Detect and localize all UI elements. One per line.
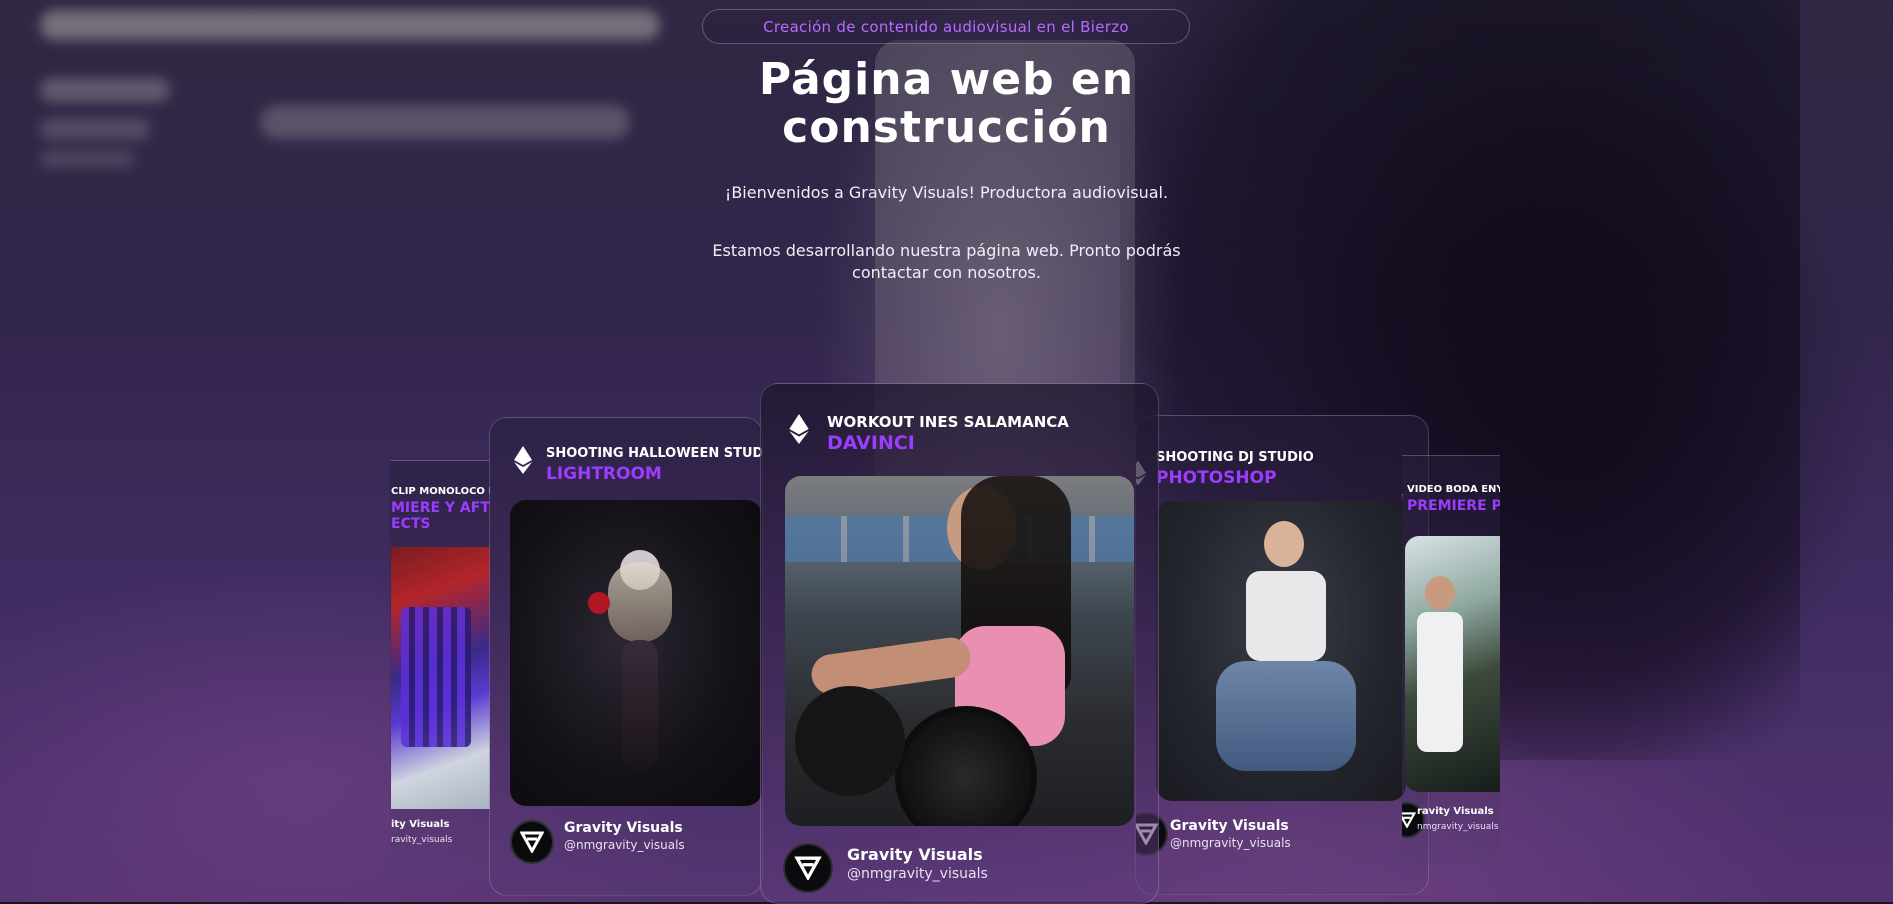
ethereum-icon xyxy=(514,446,532,474)
card-author-handle: @nmgravity_visuals xyxy=(1170,836,1291,850)
welcome-text: ¡Bienvenidos a Gravity Visuals! Producto… xyxy=(724,183,1169,202)
card-tool: MIERE Y AFTER xyxy=(391,500,490,516)
card-author-name: Gravity Visuals xyxy=(564,820,683,836)
page-title-line-2: construcción xyxy=(782,102,1111,153)
card-tool: DAVINCI xyxy=(827,432,915,454)
card-title: VIDEO BODA ENY J xyxy=(1407,484,1500,495)
card-tool: LIGHTROOM xyxy=(546,464,662,484)
card-tool: PHOTOSHOP xyxy=(1156,468,1277,488)
page-title: Página web en construcción xyxy=(0,56,1893,152)
woman-dumbbell-photo-icon xyxy=(785,476,1134,826)
ethereum-icon xyxy=(789,414,809,444)
wedding-guests-photo-icon xyxy=(1405,536,1500,792)
card-author-handle: @nmgravity_visuals xyxy=(564,838,685,852)
card-title: CLIP MONOLOCO LEÓ xyxy=(391,486,490,497)
card-author-handle: nmgravity_visuals xyxy=(1417,822,1499,832)
card-tool: PREMIERE PR xyxy=(1407,498,1500,514)
gravity-visuals-logo-icon xyxy=(510,820,554,864)
gravity-visuals-logo-icon xyxy=(783,843,833,893)
ethereum-icon xyxy=(1402,493,1403,498)
card-author-name: Gravity Visuals xyxy=(847,845,983,864)
card-tool: ECTS xyxy=(391,516,431,532)
card-author-name: Gravity Visuals xyxy=(1170,818,1289,834)
card-author-handle: @nmgravity_visuals xyxy=(847,866,988,882)
construction-notice: Estamos desarrollando nuestra página web… xyxy=(712,241,1181,282)
card-author-name: ravity Visuals xyxy=(1417,806,1494,817)
carousel-card-far-left[interactable]: CLIP MONOLOCO LEÓ MIERE Y AFTER ECTS ity… xyxy=(390,460,490,880)
page-title-line-1: Página web en xyxy=(758,54,1135,105)
dj-portrait-photo-icon xyxy=(1156,501,1406,801)
tagline-badge: Creación de contenido audiovisual en el … xyxy=(702,9,1190,44)
carousel-card-left[interactable]: SHOOTING HALLOWEEN STUDIO LIGHTROOM Grav… xyxy=(489,417,763,896)
carousel-card-far-right[interactable]: VIDEO BODA ENY J PREMIERE PR ravity Visu… xyxy=(1402,455,1500,865)
card-title: SHOOTING DJ STUDIO xyxy=(1156,450,1314,465)
carousel-card-right[interactable]: SHOOTING DJ STUDIO PHOTOSHOP Gravity Vis… xyxy=(1135,415,1429,895)
wristbands-photo-icon xyxy=(391,547,490,809)
card-author-name: ity Visuals xyxy=(391,819,450,830)
card-title: SHOOTING HALLOWEEN STUDIO xyxy=(546,446,763,461)
carousel-card-center[interactable]: WORKOUT INES SALAMANCA DAVINCI Gravity V… xyxy=(760,383,1159,904)
card-author-handle: ravity_visuals xyxy=(391,835,453,845)
halloween-catrina-photo-icon xyxy=(510,500,762,806)
card-title: WORKOUT INES SALAMANCA xyxy=(827,413,1069,431)
